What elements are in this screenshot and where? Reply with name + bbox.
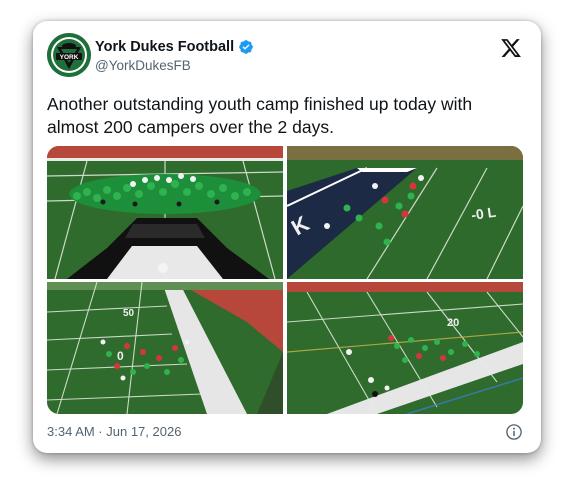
account-name[interactable]: York Dukes Football xyxy=(95,39,234,55)
info-icon[interactable] xyxy=(505,423,523,441)
post-timestamp[interactable]: 3:34 AM · Jun 17, 2026 xyxy=(47,424,181,439)
media-grid[interactable]: -0 L K 50 0 20 xyxy=(47,146,523,414)
photo-sideline-drills[interactable]: 50 0 xyxy=(47,282,283,414)
svg-text:20: 20 xyxy=(447,317,459,329)
photo-group-midfield[interactable] xyxy=(47,146,283,279)
verified-badge-icon xyxy=(239,40,253,54)
svg-text:YORK: YORK xyxy=(60,54,79,61)
post-card[interactable]: YORK York Dukes Football @YorkDukesFB An… xyxy=(33,21,541,453)
account-avatar[interactable]: YORK xyxy=(47,33,91,77)
svg-text:50: 50 xyxy=(123,308,135,319)
photo-yardline-drills[interactable]: 20 xyxy=(287,282,523,414)
svg-text:0: 0 xyxy=(117,349,124,363)
post-text: Another outstanding youth camp finished … xyxy=(47,94,473,137)
x-logo-icon[interactable] xyxy=(500,37,522,59)
york-dukes-logo-icon: YORK xyxy=(47,33,91,77)
photo-endzone-drills[interactable]: -0 L K xyxy=(287,146,523,279)
account-handle[interactable]: @YorkDukesFB xyxy=(95,58,254,73)
author-block[interactable]: York Dukes Football @YorkDukesFB xyxy=(95,39,254,73)
